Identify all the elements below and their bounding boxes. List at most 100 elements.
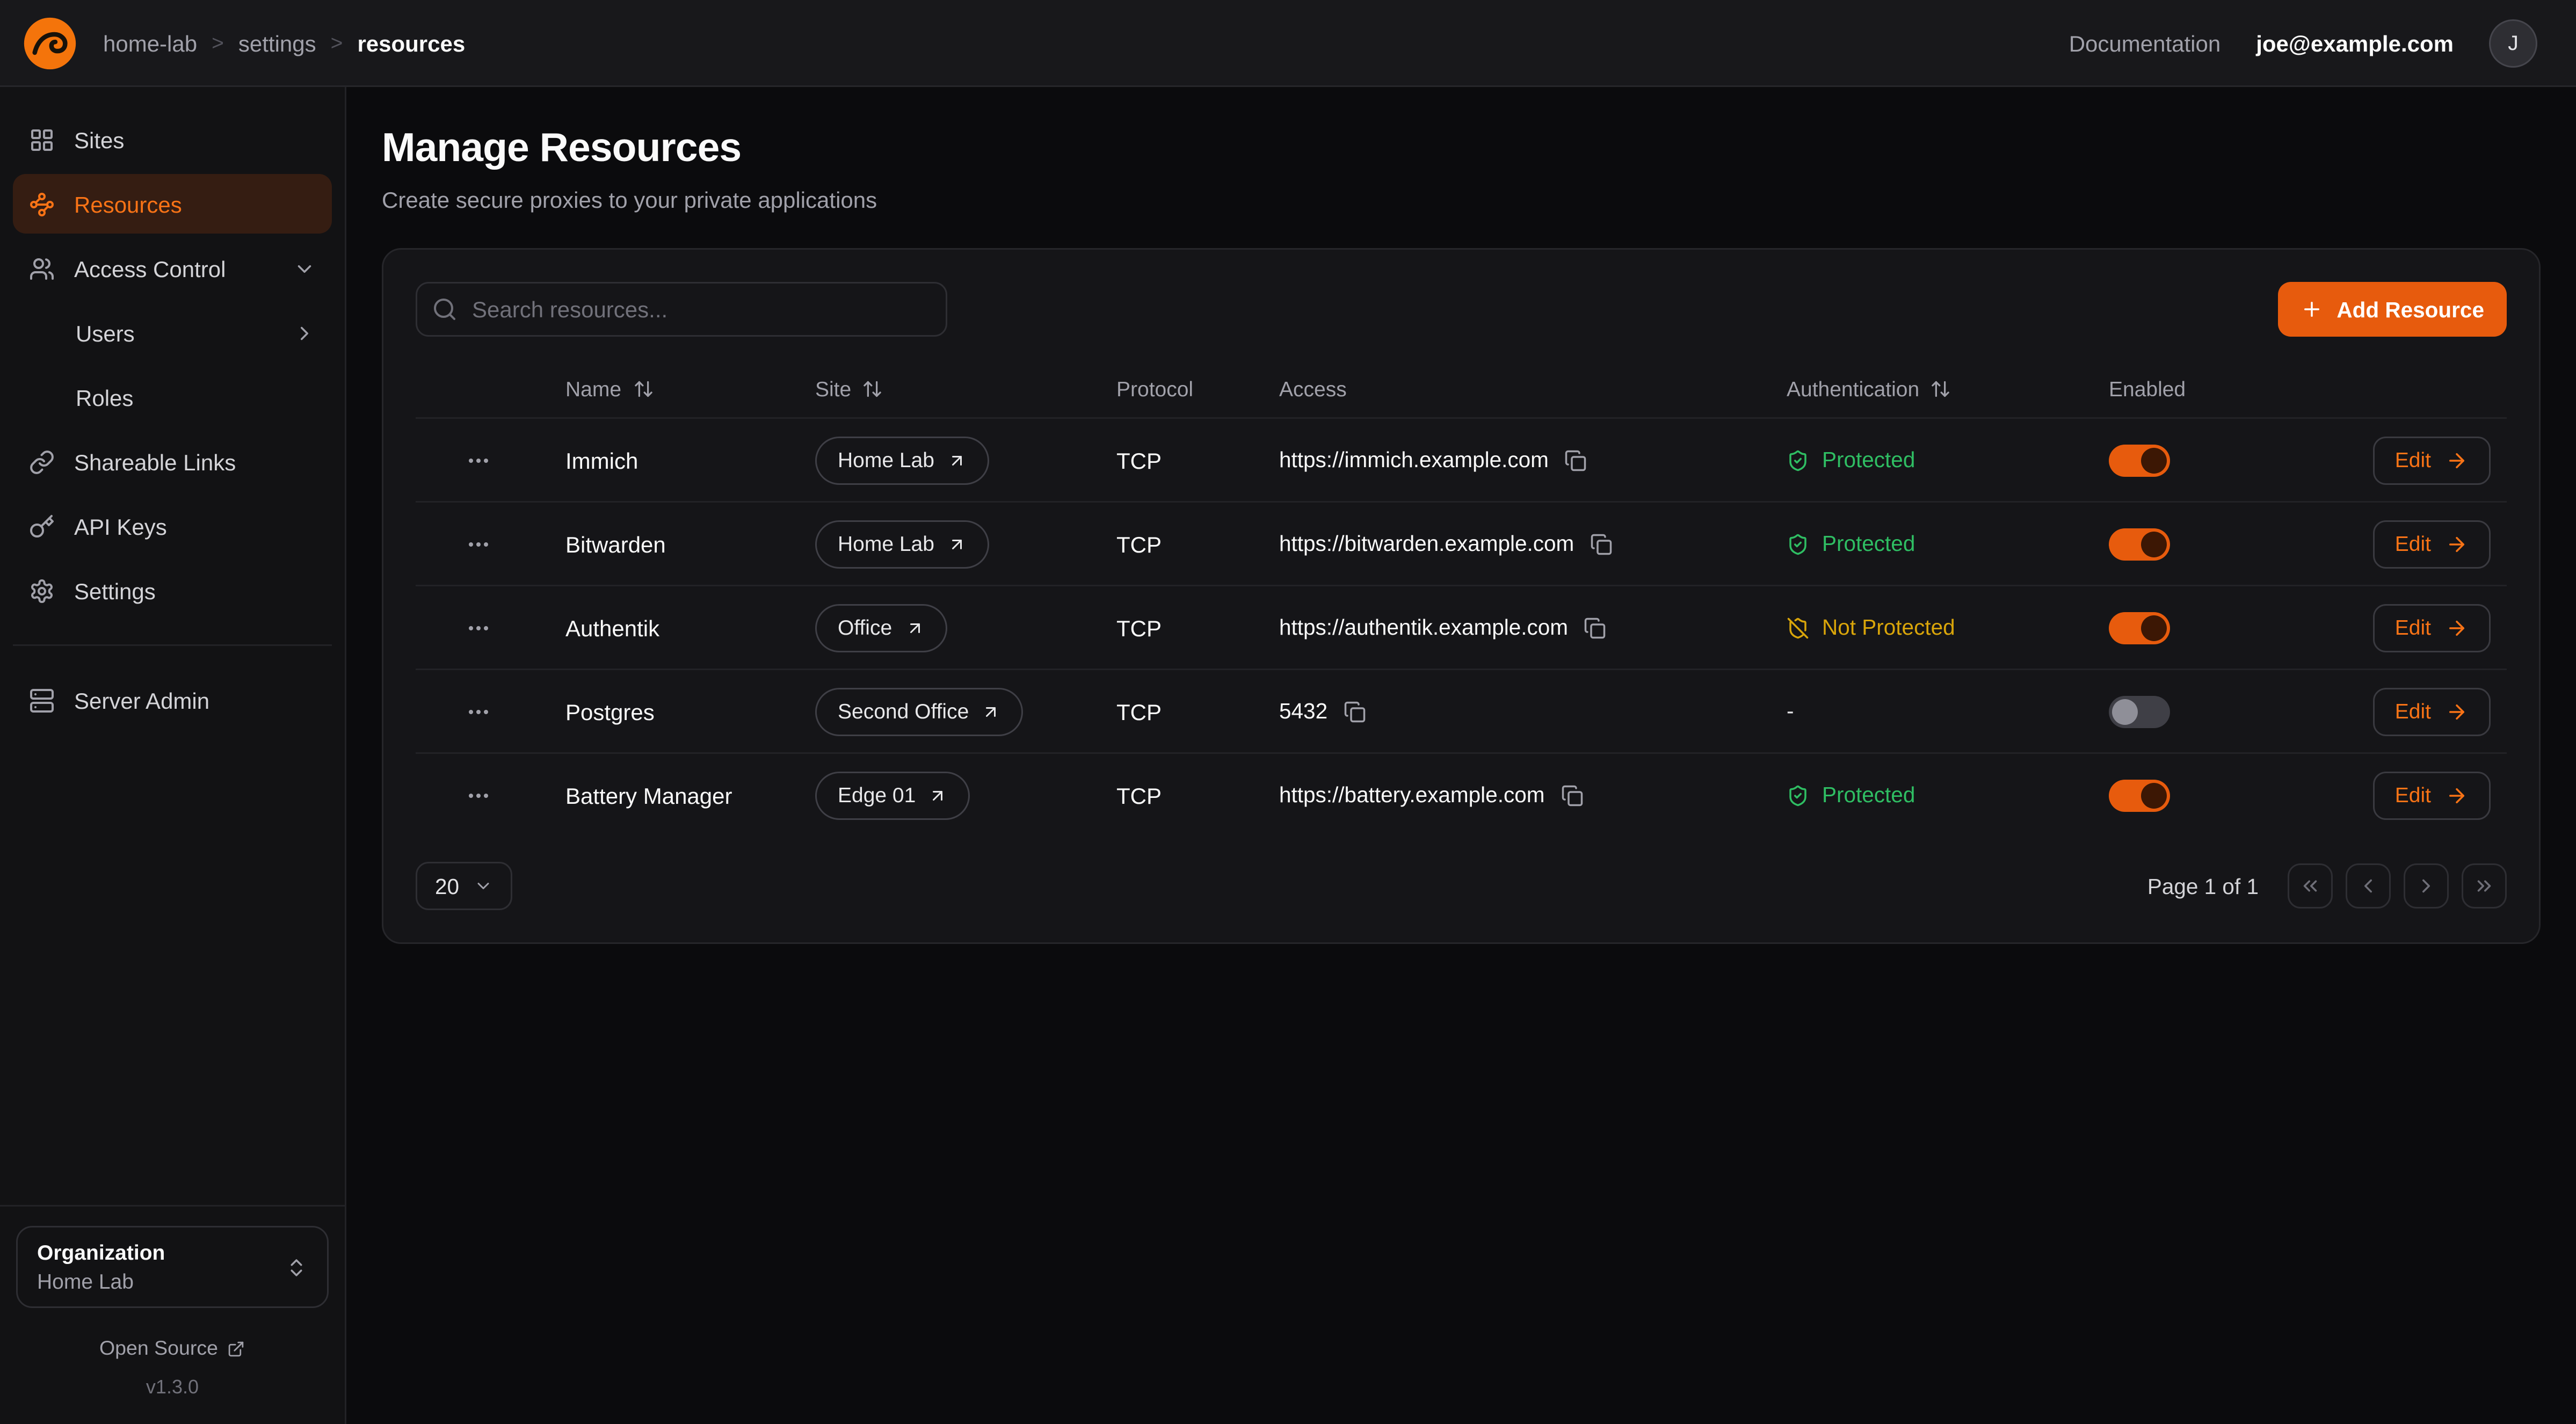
open-source-link[interactable]: Open Source (16, 1337, 329, 1360)
organization-switcher[interactable]: Organization Home Lab (16, 1226, 329, 1308)
enabled-toggle[interactable] (2109, 444, 2170, 476)
site-link-button[interactable]: Home Lab (815, 520, 989, 568)
row-menu-button[interactable] (455, 438, 500, 483)
arrow-up-right-icon (928, 786, 948, 805)
grid-icon (29, 127, 55, 152)
sidebar-item-label: Sites (74, 127, 124, 152)
site-link-button[interactable]: Edge 01 (815, 771, 970, 819)
header-authentication[interactable]: Authentication (1761, 376, 2083, 401)
sidebar-item-api-keys[interactable]: API Keys (13, 496, 332, 556)
auth-status: Protected (1787, 448, 1915, 472)
next-page-button[interactable] (2404, 863, 2449, 909)
ellipsis-icon (465, 615, 491, 641)
table-row: Authentik Office TCP https://authentik.e… (416, 585, 2507, 669)
sidebar-item-settings[interactable]: Settings (13, 561, 332, 620)
copy-icon[interactable] (1561, 784, 1583, 807)
user-avatar[interactable]: J (2489, 19, 2537, 67)
header-name[interactable]: Name (540, 376, 789, 401)
enabled-toggle[interactable] (2109, 779, 2170, 811)
site-link-button[interactable]: Office (815, 604, 947, 652)
enabled-toggle[interactable] (2109, 695, 2170, 728)
sidebar-item-label: Roles (76, 384, 133, 410)
arrow-right-icon (2446, 533, 2468, 555)
sidebar-item-roles[interactable]: Roles (13, 367, 332, 427)
ellipsis-icon (465, 447, 491, 473)
copy-icon[interactable] (1344, 700, 1366, 723)
first-page-button[interactable] (2288, 863, 2333, 909)
sidebar-item-users[interactable]: Users (13, 303, 332, 362)
edit-button[interactable]: Edit (2372, 771, 2491, 819)
ellipsis-icon (465, 531, 491, 557)
sidebar-item-server-admin[interactable]: Server Admin (13, 670, 332, 730)
sidebar-item-label: API Keys (74, 513, 167, 539)
documentation-link[interactable]: Documentation (2069, 30, 2221, 56)
copy-icon[interactable] (1590, 533, 1613, 555)
page-title: Manage Resources (382, 126, 2541, 172)
edit-button[interactable]: Edit (2372, 687, 2491, 736)
row-menu-button[interactable] (455, 689, 500, 734)
shield-off-icon (1787, 616, 1809, 639)
page-size-select[interactable]: 20 (416, 862, 512, 910)
search-input[interactable] (416, 282, 947, 337)
search-icon (432, 296, 458, 322)
resources-card: Add Resource Name Site (382, 248, 2541, 944)
access-url: 5432 (1279, 699, 1327, 723)
topbar-right: Documentation joe@example.com J (2069, 19, 2537, 67)
enabled-toggle[interactable] (2109, 612, 2170, 644)
enabled-toggle[interactable] (2109, 528, 2170, 560)
sidebar-item-resources[interactable]: Resources (13, 174, 332, 234)
search-box (416, 282, 947, 337)
row-menu-button[interactable] (455, 521, 500, 566)
edit-button[interactable]: Edit (2372, 520, 2491, 568)
waypoints-icon (29, 191, 55, 217)
sidebar: Sites Resources Access Control Users Rol… (0, 87, 346, 1424)
protocol: TCP (1091, 782, 1253, 808)
arrow-right-icon (2446, 449, 2468, 471)
sidebar-item-access-control[interactable]: Access Control (13, 238, 332, 298)
chevron-right-icon (2415, 875, 2437, 897)
table-footer: 20 Page 1 of 1 (416, 862, 2507, 910)
edit-button[interactable]: Edit (2372, 604, 2491, 652)
sidebar-item-label: Shareable Links (74, 449, 236, 475)
external-link-icon (228, 1340, 245, 1357)
sidebar-item-label: Access Control (74, 256, 226, 281)
header-protocol: Protocol (1091, 376, 1253, 401)
breadcrumb-item-settings[interactable]: settings (238, 30, 316, 56)
header-access: Access (1253, 376, 1761, 401)
arrow-up-right-icon (982, 702, 1001, 721)
site-link-button[interactable]: Home Lab (815, 436, 989, 484)
organization-name: Home Lab (37, 1269, 165, 1294)
main-content: Manage Resources Create secure proxies t… (346, 87, 2576, 1424)
ellipsis-icon (465, 699, 491, 724)
user-email[interactable]: joe@example.com (2256, 30, 2454, 56)
breadcrumb-separator: > (331, 31, 343, 55)
page-info: Page 1 of 1 (2147, 874, 2259, 898)
sidebar-item-label: Resources (74, 191, 182, 217)
breadcrumb-item-org[interactable]: home-lab (103, 30, 197, 56)
row-menu-button[interactable] (455, 605, 500, 650)
header-site[interactable]: Site (789, 376, 1091, 401)
last-page-button[interactable] (2462, 863, 2507, 909)
sidebar-item-sites[interactable]: Sites (13, 110, 332, 169)
site-link-button[interactable]: Second Office (815, 687, 1024, 736)
app-logo-icon[interactable] (23, 16, 77, 70)
sort-icon (633, 378, 654, 399)
resource-name: Postgres (540, 699, 789, 724)
previous-page-button[interactable] (2346, 863, 2391, 909)
card-toolbar: Add Resource (416, 282, 2507, 337)
copy-icon[interactable] (1584, 616, 1607, 639)
sort-icon (1931, 378, 1951, 399)
edit-button[interactable]: Edit (2372, 436, 2491, 484)
sidebar-item-shareable-links[interactable]: Shareable Links (13, 432, 332, 491)
table-row: Postgres Second Office TCP 5432 - Edit (416, 669, 2507, 752)
organization-label: Organization (37, 1240, 165, 1265)
breadcrumb: home-lab > settings > resources (103, 30, 465, 56)
copy-icon[interactable] (1565, 449, 1587, 471)
add-resource-button[interactable]: Add Resource (2279, 282, 2507, 337)
sidebar-divider (13, 644, 332, 646)
sidebar-item-label: Server Admin (74, 687, 209, 713)
app-root: home-lab > settings > resources Document… (0, 0, 2576, 1424)
row-menu-button[interactable] (455, 773, 500, 818)
arrow-right-icon (2446, 784, 2468, 807)
arrow-right-icon (2446, 700, 2468, 723)
